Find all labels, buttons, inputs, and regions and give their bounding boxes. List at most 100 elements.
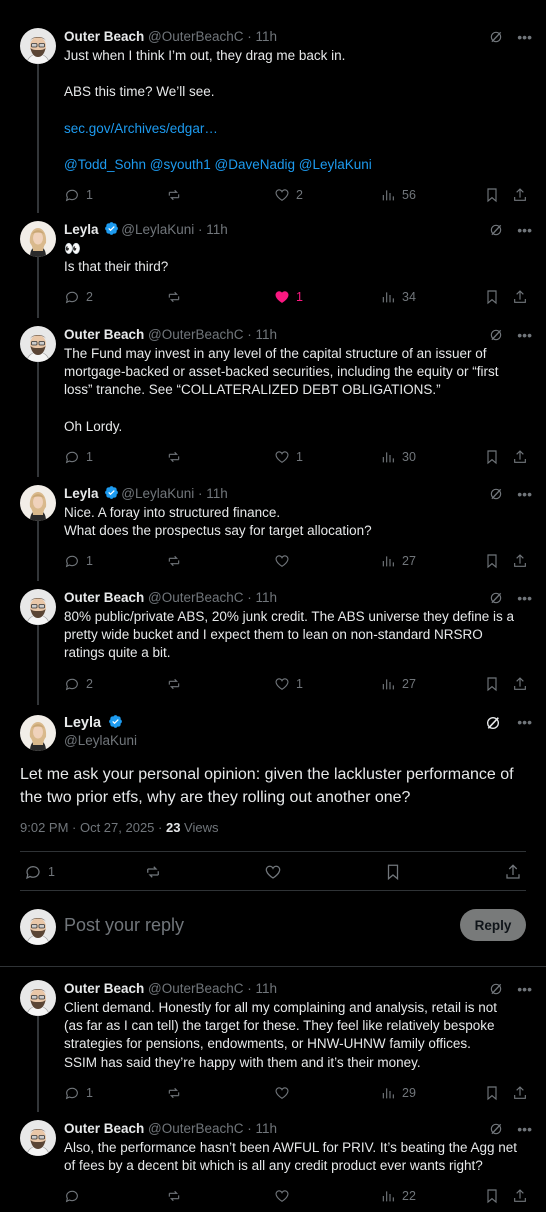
- views-button[interactable]: 56: [380, 187, 416, 203]
- tweet-time[interactable]: 11h: [256, 981, 278, 996]
- author-handle[interactable]: @OuterBeachC: [148, 29, 244, 44]
- like-button[interactable]: 1: [274, 449, 303, 465]
- grok-icon[interactable]: [489, 30, 503, 44]
- tweet-time[interactable]: 11h: [206, 222, 228, 237]
- repost-button[interactable]: [144, 863, 162, 881]
- author-handle[interactable]: @OuterBeachC: [148, 981, 244, 996]
- avatar[interactable]: [20, 485, 56, 521]
- avatar[interactable]: [20, 326, 56, 362]
- repost-button[interactable]: [166, 553, 188, 569]
- bookmark-button[interactable]: [484, 1085, 500, 1101]
- avatar[interactable]: [20, 980, 56, 1016]
- repost-button[interactable]: [166, 187, 188, 203]
- more-icon[interactable]: •••: [517, 220, 532, 240]
- views-button[interactable]: 30: [380, 449, 416, 465]
- tweet[interactable]: Outer Beach @OuterBeachC · 11h ••• Just wh…: [0, 20, 546, 213]
- author-name[interactable]: Leyla: [64, 486, 99, 501]
- bookmark-button[interactable]: [484, 676, 500, 692]
- author-handle[interactable]: @LeylaKuni: [121, 222, 194, 237]
- author-name[interactable]: Outer Beach: [64, 1121, 144, 1136]
- bookmark-button[interactable]: [484, 289, 500, 305]
- repost-button[interactable]: [166, 1085, 188, 1101]
- tweet[interactable]: Outer Beach @OuterBeachC · 11h ••• Also, t…: [0, 1112, 546, 1212]
- reply-button[interactable]: 1: [64, 553, 93, 569]
- grok-icon[interactable]: [489, 223, 503, 237]
- bookmark-button[interactable]: [484, 553, 500, 569]
- views-button[interactable]: 27: [380, 676, 416, 692]
- more-icon[interactable]: •••: [517, 715, 532, 731]
- more-icon[interactable]: •••: [517, 27, 532, 47]
- author-name[interactable]: Outer Beach: [64, 981, 144, 996]
- like-button[interactable]: 1: [274, 676, 303, 692]
- author-name[interactable]: Leyla: [64, 222, 99, 237]
- share-button[interactable]: [512, 1188, 528, 1204]
- views-button[interactable]: 27: [380, 553, 416, 569]
- more-icon[interactable]: •••: [517, 1119, 532, 1139]
- author-name[interactable]: Leyla: [64, 715, 101, 731]
- like-button[interactable]: [274, 1188, 296, 1204]
- author-handle[interactable]: @OuterBeachC: [148, 1121, 244, 1136]
- tweet[interactable]: Leyla @LeylaKuni · 11h ••• 👀 Is that their …: [0, 213, 546, 318]
- grok-icon[interactable]: [489, 982, 503, 996]
- grok-icon[interactable]: [489, 1122, 503, 1136]
- bookmark-button[interactable]: [484, 187, 500, 203]
- reply-button[interactable]: [64, 1188, 86, 1204]
- like-button[interactable]: 1: [274, 289, 303, 305]
- author-handle[interactable]: @OuterBeachC: [148, 327, 244, 342]
- repost-button[interactable]: [166, 1188, 188, 1204]
- views-button[interactable]: 34: [380, 289, 416, 305]
- share-button[interactable]: [512, 449, 528, 465]
- tweet-time[interactable]: 11h: [256, 1121, 278, 1136]
- share-button[interactable]: [504, 863, 522, 881]
- author-handle[interactable]: @LeylaKuni: [64, 733, 137, 748]
- tweet-text-line[interactable]: sec.gov/Archives/edgar…: [64, 120, 532, 138]
- repost-button[interactable]: [166, 289, 188, 305]
- grok-icon[interactable]: [489, 328, 503, 342]
- repost-button[interactable]: [166, 449, 188, 465]
- more-icon[interactable]: •••: [517, 588, 532, 608]
- like-button[interactable]: [264, 863, 282, 881]
- author-name[interactable]: Outer Beach: [64, 29, 144, 44]
- share-button[interactable]: [512, 187, 528, 203]
- like-button[interactable]: [274, 1085, 296, 1101]
- tweet[interactable]: Outer Beach @OuterBeachC · 11h ••• The Fun…: [0, 318, 546, 477]
- tweet-time[interactable]: 11h: [256, 590, 278, 605]
- bookmark-button[interactable]: [484, 449, 500, 465]
- like-button[interactable]: [274, 553, 296, 569]
- like-button[interactable]: 2: [274, 187, 303, 203]
- author-handle[interactable]: @LeylaKuni: [121, 486, 194, 501]
- reply-button[interactable]: 1: [64, 1085, 93, 1101]
- more-icon[interactable]: •••: [517, 979, 532, 999]
- share-button[interactable]: [512, 1085, 528, 1101]
- my-avatar[interactable]: [20, 909, 56, 945]
- tweet-time[interactable]: 11h: [256, 327, 278, 342]
- grok-icon[interactable]: [489, 487, 503, 501]
- tweet-text-line[interactable]: @Todd_Sohn @syouth1 @DaveNadig @LeylaKun…: [64, 156, 532, 174]
- reply-button[interactable]: 1: [24, 863, 55, 881]
- tweet[interactable]: Leyla @LeylaKuni · 11h ••• Nice. A foray i…: [0, 477, 546, 581]
- tweet[interactable]: Outer Beach @OuterBeachC · 11h ••• Client …: [0, 972, 546, 1112]
- grok-icon[interactable]: [485, 715, 501, 731]
- reply-button[interactable]: 1: [64, 187, 93, 203]
- author-name[interactable]: Outer Beach: [64, 327, 144, 342]
- avatar[interactable]: [20, 221, 56, 257]
- tweet-time[interactable]: 11h: [256, 29, 278, 44]
- focus-tweet[interactable]: Leyla @LeylaKuni ••• Let me ask your per…: [0, 705, 546, 890]
- avatar[interactable]: [20, 715, 56, 751]
- author-name[interactable]: Outer Beach: [64, 590, 144, 605]
- avatar[interactable]: [20, 1120, 56, 1156]
- repost-button[interactable]: [166, 676, 188, 692]
- more-icon[interactable]: •••: [517, 484, 532, 504]
- tweet[interactable]: Outer Beach @OuterBeachC · 11h ••• 80% pub…: [0, 581, 546, 705]
- share-button[interactable]: [512, 553, 528, 569]
- bookmark-button[interactable]: [384, 863, 402, 881]
- reply-button[interactable]: 2: [64, 289, 93, 305]
- avatar[interactable]: [20, 589, 56, 625]
- tweet-timestamp[interactable]: 9:02 PM · Oct 27, 2025 ·: [20, 820, 166, 835]
- share-button[interactable]: [512, 289, 528, 305]
- bookmark-button[interactable]: [484, 1188, 500, 1204]
- more-icon[interactable]: •••: [517, 325, 532, 345]
- tweet-time[interactable]: 11h: [206, 486, 228, 501]
- views-button[interactable]: 29: [380, 1085, 416, 1101]
- reply-input[interactable]: Post your reply: [64, 915, 184, 936]
